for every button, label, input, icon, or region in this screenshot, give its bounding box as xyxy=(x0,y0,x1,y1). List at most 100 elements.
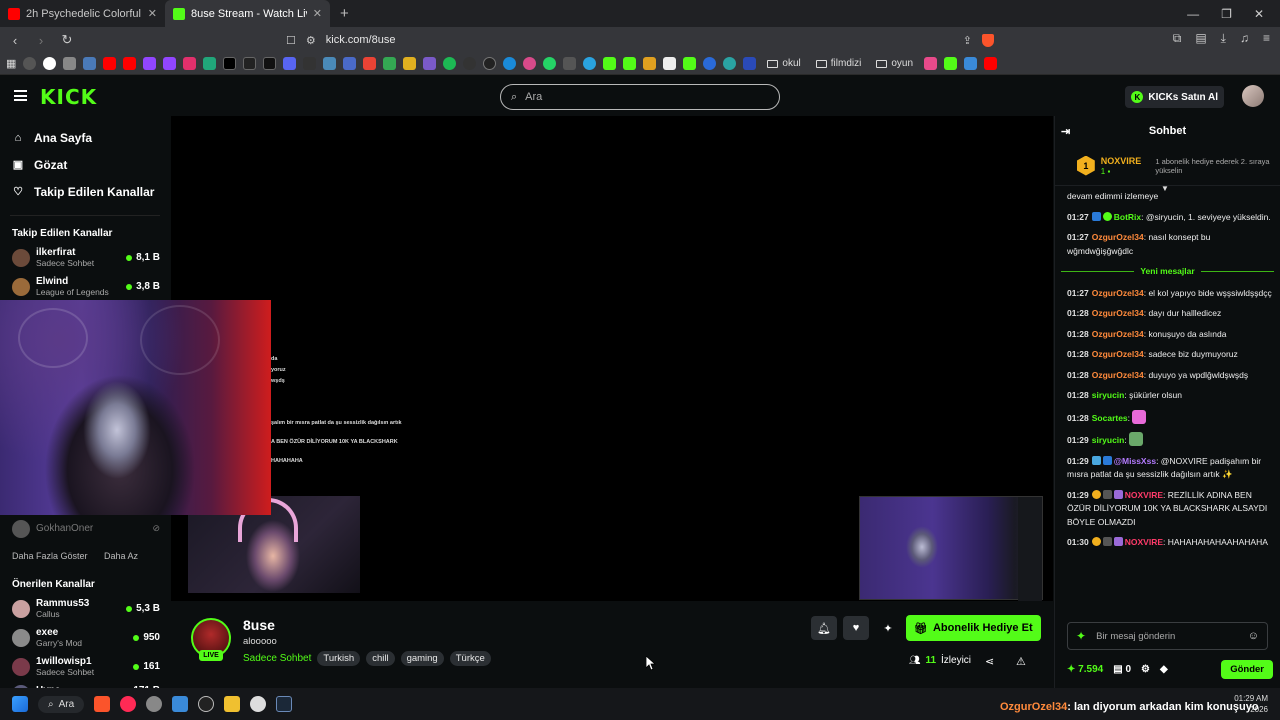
twitch-bookmark-icon[interactable] xyxy=(143,57,157,70)
file-explorer-taskbar-icon[interactable] xyxy=(224,696,241,712)
taskbar-search[interactable]: ⌕ Ara xyxy=(38,695,85,713)
url-field[interactable]: ☐ ⚙ kick.com/8use ⇪ xyxy=(280,29,1000,51)
chat-username[interactable]: OzgurOzel34 xyxy=(1092,288,1144,298)
search-input[interactable]: ⌕ Ara xyxy=(500,84,780,110)
hamburger-menu-icon[interactable] xyxy=(14,90,27,101)
bookmark-icon[interactable] xyxy=(423,57,437,70)
bookmark-icon[interactable] xyxy=(663,57,677,70)
streamer-name[interactable]: 8use xyxy=(243,617,275,633)
tiktok-bookmark-icon[interactable] xyxy=(263,57,277,70)
nav-home[interactable]: ⌂ Ana Sayfa xyxy=(0,124,170,151)
chat-username[interactable]: OzgurOzel34 xyxy=(1092,349,1144,359)
nav-browse[interactable]: ▣ Gözat xyxy=(0,151,170,178)
gift-subscription-button[interactable]: 🎁︎ Abonelik Hediye Et xyxy=(906,615,1041,641)
youtube-taskbar-icon[interactable] xyxy=(120,696,137,712)
brave-shield-icon[interactable] xyxy=(982,33,994,47)
reload-icon[interactable]: ↻ xyxy=(60,32,74,48)
bookmark-icon[interactable] xyxy=(563,57,577,70)
show-more-link[interactable]: Daha Fazla Göster xyxy=(12,551,88,561)
close-tab-icon[interactable]: ✕ xyxy=(313,7,322,20)
nav-following[interactable]: ♡ Takip Edilen Kanallar xyxy=(0,178,170,205)
drive-bookmark-icon[interactable] xyxy=(383,57,397,70)
chat-message-input[interactable]: ✦ Bir mesaj gönderin ☺ xyxy=(1067,622,1268,650)
bookmark-icon[interactable] xyxy=(743,57,757,70)
minimize-icon[interactable]: — xyxy=(1187,7,1199,21)
maximize-icon[interactable]: ❐ xyxy=(1221,7,1232,21)
floating-webcam-overlay[interactable] xyxy=(0,300,271,515)
chrome-taskbar-icon[interactable] xyxy=(250,696,267,712)
instagram-bookmark-icon[interactable] xyxy=(183,57,197,70)
recommended-channel-item[interactable]: 1willowisp1 Sadece Sohbet 161 xyxy=(0,652,170,681)
bookmark-folder-filmdizi[interactable]: filmdizi xyxy=(812,58,866,69)
bookmark-icon[interactable] xyxy=(964,57,978,70)
app-taskbar-icon[interactable] xyxy=(146,696,163,712)
new-tab-icon[interactable]: + xyxy=(330,5,359,22)
browser-tab-active[interactable]: 8use Stream - Watch Live on Kick ✕ xyxy=(165,0,330,27)
bookmark-folder-oyun[interactable]: oyun xyxy=(872,58,917,69)
apps-grid-icon[interactable]: ▦ xyxy=(6,57,16,70)
sparkle-icon[interactable]: ✦ xyxy=(1076,629,1086,643)
bookmark-icon[interactable] xyxy=(323,57,337,70)
app-taskbar-icon[interactable] xyxy=(198,696,215,712)
bookmark-icon[interactable] xyxy=(723,57,737,70)
forward-icon[interactable]: › xyxy=(34,33,48,48)
sidebar-icon[interactable]: ▤ xyxy=(1195,31,1206,46)
back-icon[interactable]: ‹ xyxy=(8,33,22,48)
history-bookmark-icon[interactable] xyxy=(23,57,37,70)
chat-username[interactable]: Socartes xyxy=(1092,413,1128,423)
points-display[interactable]: ✦ 7.594 xyxy=(1067,664,1103,675)
bookmark-icon[interactable] xyxy=(303,57,317,70)
chat-username[interactable]: OzgurOzel34 xyxy=(1092,232,1144,242)
bookmark-icon[interactable] xyxy=(203,57,217,70)
menu-icon[interactable]: ≡ xyxy=(1263,31,1270,46)
bookmark-icon[interactable] xyxy=(83,57,97,70)
bookmark-folder-okul[interactable]: okul xyxy=(763,58,804,69)
spotify-bookmark-icon[interactable] xyxy=(443,57,457,70)
follow-heart-button[interactable]: ♥ xyxy=(843,616,869,640)
close-tab-icon[interactable]: ✕ xyxy=(148,7,157,20)
category-link[interactable]: Sadece Sohbet xyxy=(243,653,311,664)
chat-username[interactable]: siryucin xyxy=(1092,435,1125,445)
download-icon[interactable]: ⤓ xyxy=(1221,31,1226,46)
discord-bookmark-icon[interactable] xyxy=(283,57,297,70)
telegram-bookmark-icon[interactable] xyxy=(583,57,597,70)
bookmark-icon[interactable] xyxy=(643,57,657,70)
notification-bell-button[interactable]: 🔔︎ xyxy=(811,616,837,640)
windows-start-icon[interactable] xyxy=(12,696,28,712)
recommended-channel-item[interactable]: Rammus53 Callus 5,3 B xyxy=(0,594,170,623)
bookmark-icon[interactable] xyxy=(523,57,537,70)
sparkle-button[interactable]: ✦ xyxy=(875,616,901,640)
twitch-bookmark-icon[interactable] xyxy=(163,57,177,70)
recommended-channel-item[interactable]: exee Garry's Mod 950 xyxy=(0,623,170,652)
tag-chip[interactable]: Türkçe xyxy=(449,651,491,666)
chat-username[interactable]: BotRix xyxy=(1114,212,1141,222)
bookmark-icon[interactable] xyxy=(924,57,938,70)
chat-username[interactable]: @MissXss xyxy=(1114,456,1156,466)
bookmark-icon[interactable] xyxy=(683,57,697,70)
browser-tab[interactable]: 2h Psychedelic Colorful Neon Backgr ✕ xyxy=(0,0,165,27)
github-bookmark-icon[interactable] xyxy=(483,57,497,70)
show-less-link[interactable]: Daha Az xyxy=(104,551,138,561)
chat-username[interactable]: siryucin xyxy=(1092,390,1125,400)
x-bookmark-icon[interactable] xyxy=(223,57,237,70)
site-info-icon[interactable]: ⚙ xyxy=(306,34,316,47)
bookmark-icon[interactable] xyxy=(63,57,77,70)
steam-taskbar-icon[interactable] xyxy=(276,696,293,712)
followed-channel-item[interactable]: ilkerfirat Sadece Sohbet 8,1 B xyxy=(0,243,170,272)
chat-username[interactable]: NOXVIRE xyxy=(1125,537,1163,547)
whatsapp-bookmark-icon[interactable] xyxy=(543,57,557,70)
tickets-display[interactable]: ▤ 0 xyxy=(1113,664,1131,675)
followed-channel-item[interactable]: Elwind League of Legends 3,8 B xyxy=(0,272,170,301)
bookmark-icon[interactable] xyxy=(503,57,517,70)
bookmark-icon[interactable] xyxy=(703,57,717,70)
youtube-bookmark-icon[interactable] xyxy=(123,57,137,70)
tag-chip[interactable]: Turkish xyxy=(317,651,361,666)
chat-username[interactable]: NOXVIRE xyxy=(1125,490,1163,500)
bookmark-icon[interactable]: ☐ xyxy=(286,34,296,47)
tag-chip[interactable]: chill xyxy=(366,651,395,666)
send-button[interactable]: Gönder xyxy=(1221,659,1273,679)
chat-username[interactable]: OzgurOzel34 xyxy=(1092,308,1144,318)
google-bookmark-icon[interactable] xyxy=(43,57,57,70)
chat-settings-icon[interactable]: ⚙ xyxy=(1141,664,1150,675)
video-player[interactable]: da yoruz wşdş şalım bir mısra patlat da … xyxy=(171,116,1053,601)
